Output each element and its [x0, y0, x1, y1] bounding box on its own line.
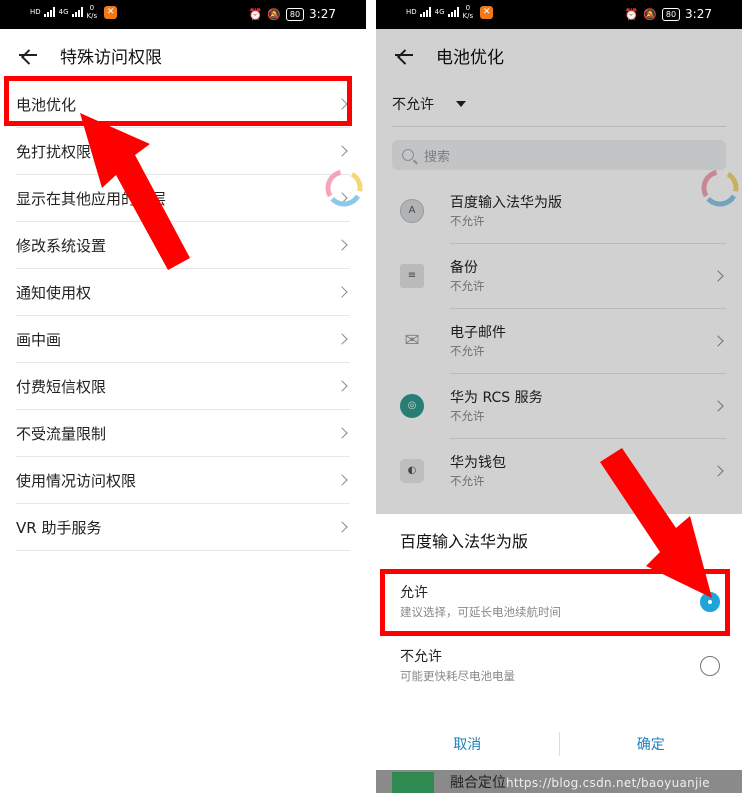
annotation-arrows: [80, 113, 712, 598]
arrow-left-icon: [80, 113, 190, 270]
screenshot-canvas: HD 4G 0 K/s ✕ ⏰ 🔕 80 3:27 特殊访问权限 电池优化 免打扰…: [0, 0, 742, 793]
arrow-right-icon: [600, 448, 712, 598]
